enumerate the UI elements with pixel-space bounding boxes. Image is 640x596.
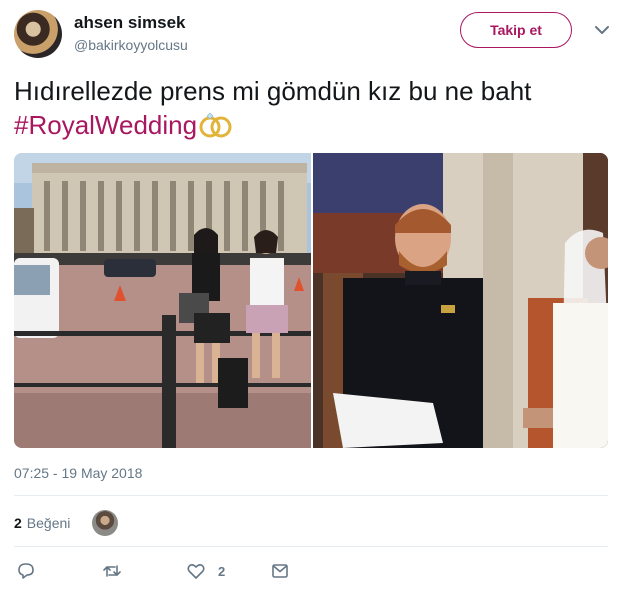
- divider: [14, 495, 608, 496]
- user-handle[interactable]: @bakirkoyyolcusu: [74, 37, 188, 53]
- tweet-header: ahsen simsek @bakirkoyyolcusu Takip et: [14, 10, 614, 60]
- retweet-button[interactable]: [102, 558, 122, 584]
- likes-label[interactable]: Beğeni: [27, 515, 71, 531]
- chevron-down-icon[interactable]: [592, 20, 612, 40]
- user-name[interactable]: ahsen simsek: [74, 13, 186, 33]
- divider: [14, 546, 608, 547]
- message-button[interactable]: [270, 558, 290, 584]
- retweet-icon: [103, 565, 121, 577]
- tweet-timestamp[interactable]: 07:25 - 19 May 2018: [14, 465, 142, 481]
- heart-icon: [187, 564, 205, 579]
- tweet-text: Hıdırellezde prens mi gömdün kız bu ne b…: [14, 74, 614, 142]
- like-action-count: 2: [218, 563, 226, 579]
- hashtag-link[interactable]: #RoyalWedding: [14, 110, 197, 140]
- message-icon: [272, 564, 288, 578]
- tweet-text-line: Hıdırellezde prens mi gömdün kız bu ne b…: [14, 76, 532, 106]
- liker-avatar[interactable]: [92, 510, 119, 536]
- reply-icon: [18, 563, 34, 579]
- likes-count[interactable]: 2: [14, 515, 22, 531]
- tweet-media[interactable]: [14, 153, 608, 448]
- follow-button[interactable]: Takip et: [460, 12, 572, 48]
- reply-button[interactable]: [16, 558, 36, 584]
- likes-summary: 2 Beğeni: [14, 507, 119, 539]
- like-button[interactable]: 2: [186, 558, 225, 584]
- photo-royal-couple[interactable]: [313, 153, 608, 448]
- rings-emoji-icon: [199, 112, 232, 138]
- user-avatar[interactable]: [14, 10, 62, 58]
- tweet-actions: 2: [14, 558, 414, 584]
- photo-palace-two-women[interactable]: [14, 153, 311, 448]
